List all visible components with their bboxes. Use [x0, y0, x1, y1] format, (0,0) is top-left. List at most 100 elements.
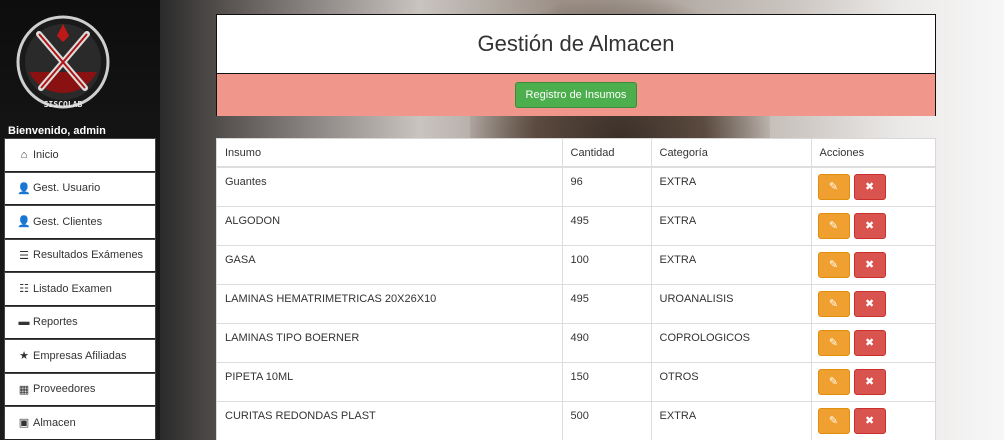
table-header-row: Insumo Cantidad Categoría Acciones: [217, 139, 935, 168]
sidebar-item-listado-examen[interactable]: ☷ Listado Examen: [4, 272, 156, 306]
cell-insumo: Guantes: [217, 166, 563, 206]
sidebar-item-label: Listado Examen: [33, 282, 112, 295]
cell-insumo: ALGODON: [217, 205, 563, 245]
cell-acciones: ✎ ✖: [811, 400, 935, 440]
delete-button[interactable]: ✖: [853, 174, 886, 200]
sidebar-item-label: Almacen: [33, 416, 76, 429]
cell-acciones: ✎ ✖: [811, 322, 935, 362]
star-icon: ★: [19, 350, 29, 363]
column-header-acciones: Acciones: [811, 139, 935, 168]
inbox-icon: ▣: [18, 417, 30, 430]
cell-insumo: GASA: [217, 244, 563, 284]
header-panel: Gestión de Almacen Registro de Insumos: [216, 14, 936, 116]
sidebar-item-empresas-afiliadas[interactable]: ★ Empresas Afiliadas: [4, 339, 156, 373]
supplies-table-panel: Insumo Cantidad Categoría Acciones Guant…: [216, 138, 936, 440]
sidebar-item-label: Gest. Clientes: [33, 215, 103, 228]
cell-acciones: ✎ ✖: [811, 361, 935, 401]
welcome-text: Bienvenido, admin: [8, 125, 106, 137]
sidebar-item-reportes[interactable]: ▬ Reportes: [4, 305, 156, 339]
edit-button[interactable]: ✎: [817, 368, 850, 395]
cell-insumo: PIPETA 10ML: [217, 361, 563, 401]
user-icon: 👤: [17, 182, 31, 195]
pencil-icon: ✎: [828, 181, 839, 193]
cell-cantidad: 490: [562, 322, 652, 362]
cell-cantidad: 150: [562, 361, 652, 401]
sidebar-item-label: Proveedores: [33, 383, 96, 396]
pencil-icon: ✎: [828, 219, 839, 232]
delete-button[interactable]: ✖: [853, 251, 886, 278]
column-header-cantidad: Cantidad: [562, 139, 652, 168]
table-row: GASA 100 EXTRA ✎ ✖: [217, 244, 935, 284]
table-row: Guantes 96 EXTRA ✎ ✖: [217, 166, 935, 206]
edit-button[interactable]: ✎: [817, 407, 850, 434]
user-icon: 👤: [17, 216, 31, 229]
edit-button[interactable]: ✎: [817, 212, 850, 239]
table-row: PIPETA 10ML 150 OTROS ✎ ✖: [217, 361, 935, 401]
edit-button[interactable]: ✎: [817, 174, 850, 200]
close-icon: ✖: [864, 414, 875, 427]
close-icon: ✖: [864, 297, 875, 310]
list-icon: ☰: [19, 249, 29, 262]
cell-categoria: UROANALISIS: [651, 283, 812, 323]
pencil-icon: ✎: [828, 297, 839, 310]
close-icon: ✖: [864, 181, 875, 193]
table-row: CURITAS REDONDAS PLAST 500 EXTRA ✎ ✖: [217, 400, 935, 440]
delete-button[interactable]: ✖: [853, 290, 886, 317]
close-icon: ✖: [864, 336, 875, 349]
pencil-icon: ✎: [828, 336, 839, 349]
table-row: LAMINAS TIPO BOERNER 490 COPROLOGICOS ✎ …: [217, 322, 935, 362]
cell-cantidad: 100: [562, 244, 652, 284]
sidebar-item-inicio[interactable]: ⌂ Inicio: [4, 138, 156, 172]
edit-button[interactable]: ✎: [817, 329, 850, 356]
table-row: ALGODON 495 EXTRA ✎ ✖: [217, 205, 935, 245]
cell-insumo: LAMINAS TIPO BOERNER: [217, 322, 563, 362]
pencil-icon: ✎: [828, 414, 839, 427]
cell-categoria: EXTRA: [651, 166, 812, 206]
cell-acciones: ✎ ✖: [811, 166, 935, 206]
delete-button[interactable]: ✖: [853, 329, 886, 356]
cell-categoria: EXTRA: [651, 244, 812, 284]
cell-acciones: ✎ ✖: [811, 205, 935, 245]
page-title: Gestión de Almacen: [217, 15, 935, 74]
sidebar-item-almacen[interactable]: ▣ Almacen: [4, 406, 156, 440]
action-bar: Registro de Insumos: [217, 74, 935, 116]
sidebar-item-label: Gest. Usuario: [33, 182, 101, 195]
close-icon: ✖: [864, 375, 875, 388]
cell-cantidad: 495: [562, 205, 652, 245]
logo-text: SISCOLAB: [44, 100, 83, 109]
sidebar-item-resultados-examenes[interactable]: ☰ Resultados Exámenes: [4, 238, 156, 272]
edit-button[interactable]: ✎: [817, 251, 850, 278]
sidebar-item-proveedores[interactable]: ▦ Proveedores: [4, 372, 156, 406]
close-icon: ✖: [864, 219, 875, 232]
home-icon: ⌂: [20, 148, 28, 161]
register-supplies-button[interactable]: Registro de Insumos: [514, 82, 638, 108]
close-icon: ✖: [864, 258, 875, 271]
delete-button[interactable]: ✖: [853, 212, 886, 239]
cell-insumo: CURITAS REDONDAS PLAST: [217, 400, 563, 440]
table-row: LAMINAS HEMATRIMETRICAS 20X26X10 495 URO…: [217, 283, 935, 323]
column-header-insumo: Insumo: [217, 139, 563, 168]
cell-cantidad: 96: [562, 166, 652, 206]
sidebar-item-gest-clientes[interactable]: 👤 Gest. Clientes: [4, 205, 156, 239]
siscolab-logo: SISCOLAB: [16, 15, 110, 109]
sidebar-item-label: Inicio: [33, 148, 59, 161]
supplies-table: Insumo Cantidad Categoría Acciones Guant…: [217, 139, 935, 440]
pencil-icon: ✎: [828, 375, 839, 388]
sidebar-item-label: Reportes: [33, 316, 78, 329]
cell-categoria: EXTRA: [651, 205, 812, 245]
delete-button[interactable]: ✖: [853, 407, 886, 434]
cell-categoria: EXTRA: [651, 400, 812, 440]
column-header-categoria: Categoría: [651, 139, 812, 168]
cell-acciones: ✎ ✖: [811, 244, 935, 284]
edit-button[interactable]: ✎: [817, 290, 850, 317]
delete-button[interactable]: ✖: [853, 368, 886, 395]
list-icon: ☷: [19, 283, 29, 296]
cell-insumo: LAMINAS HEMATRIMETRICAS 20X26X10: [217, 283, 563, 323]
sidebar-nav: ⌂ Inicio 👤 Gest. Usuario 👤 Gest. Cliente…: [4, 138, 156, 440]
folder-icon: ▬: [18, 316, 30, 329]
sidebar-item-gest-usuario[interactable]: 👤 Gest. Usuario: [4, 171, 156, 205]
pencil-icon: ✎: [828, 258, 839, 271]
cell-categoria: COPROLOGICOS: [651, 322, 812, 362]
sidebar-item-label: Empresas Afiliadas: [33, 349, 127, 362]
cell-cantidad: 500: [562, 400, 652, 440]
